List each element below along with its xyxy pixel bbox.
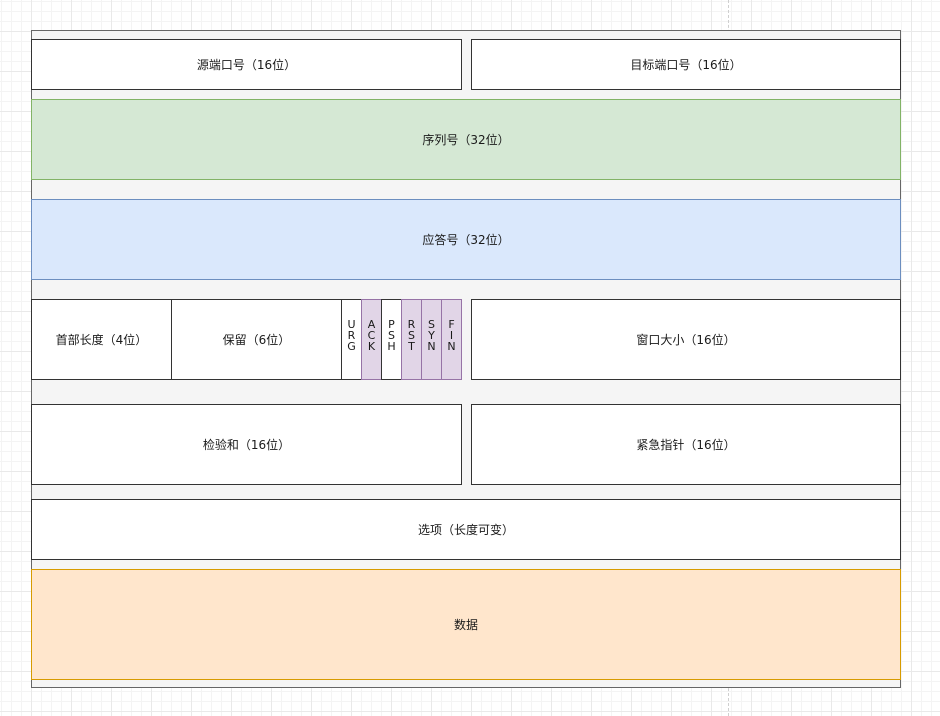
checksum-field[interactable]: 检验和（16位） xyxy=(31,404,462,485)
reserved-field[interactable]: 保留（6位） xyxy=(171,299,342,380)
header-length-field[interactable]: 首部长度（4位） xyxy=(31,299,172,380)
flag-fin[interactable]: FIN xyxy=(441,299,462,380)
flag-letter: N xyxy=(427,340,436,353)
flag-rst[interactable]: RST xyxy=(401,299,422,380)
options-field[interactable]: 选项（长度可变） xyxy=(31,499,901,560)
flag-letter: G xyxy=(347,340,356,353)
flag-urg[interactable]: URG xyxy=(341,299,362,380)
flag-syn[interactable]: SYN xyxy=(421,299,442,380)
source-port-field[interactable]: 源端口号（16位） xyxy=(31,39,462,90)
ack-number-field[interactable]: 应答号（32位） xyxy=(31,199,901,280)
flag-letter: H xyxy=(387,340,396,353)
sequence-number-field[interactable]: 序列号（32位） xyxy=(31,99,901,180)
flag-letter: K xyxy=(367,340,376,353)
flag-ack[interactable]: ACK xyxy=(361,299,382,380)
flag-letter: N xyxy=(447,340,456,353)
data-field[interactable]: 数据 xyxy=(31,569,901,680)
urgent-pointer-field[interactable]: 紧急指针（16位） xyxy=(471,404,901,485)
flag-psh[interactable]: PSH xyxy=(381,299,402,380)
dest-port-field[interactable]: 目标端口号（16位） xyxy=(471,39,901,90)
window-size-field[interactable]: 窗口大小（16位） xyxy=(471,299,901,380)
flag-letter: T xyxy=(408,340,415,353)
